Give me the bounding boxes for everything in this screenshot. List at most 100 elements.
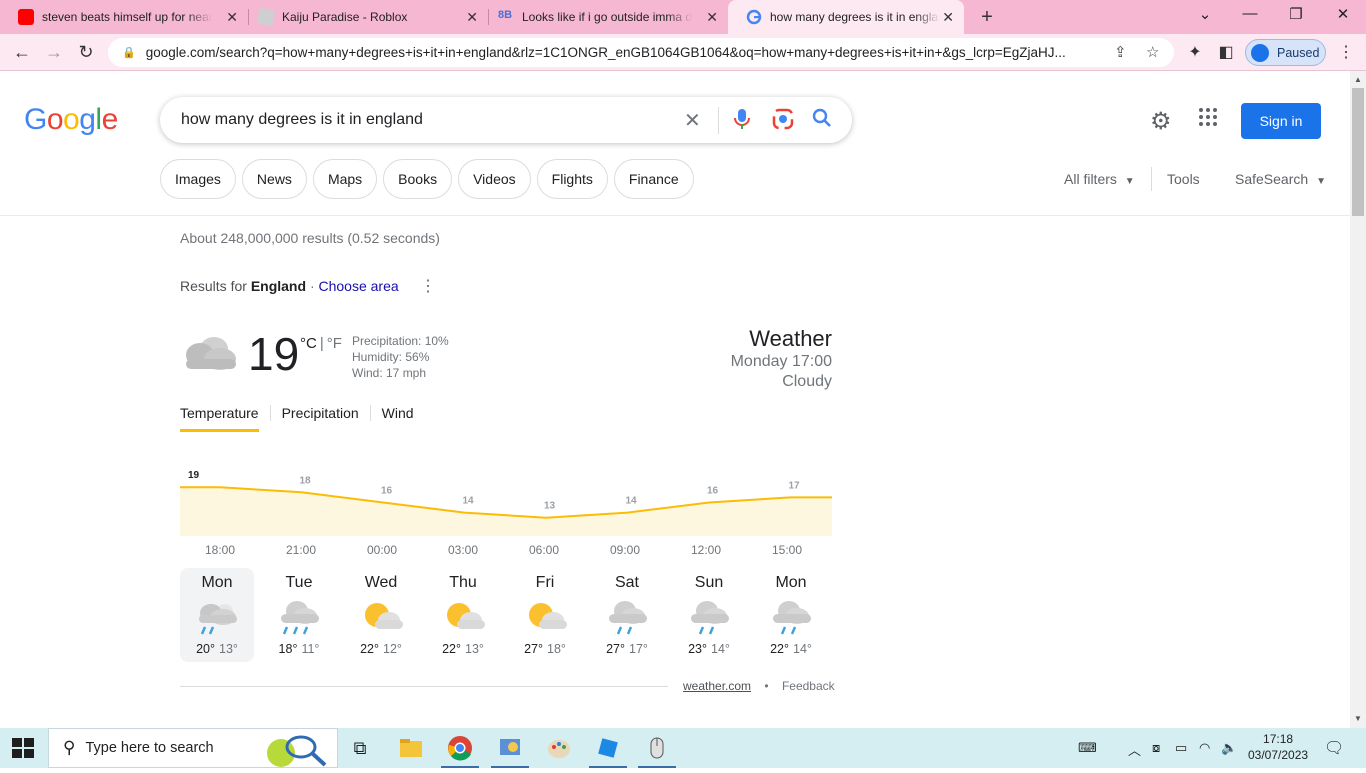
tab-temperature[interactable]: Temperature: [180, 405, 259, 432]
close-tab-icon[interactable]: ✕: [942, 9, 954, 26]
address-bar[interactable]: 🔒 google.com/search?q=how+many+degrees+i…: [108, 38, 1174, 67]
google-logo[interactable]: Google: [24, 103, 118, 137]
forecast-day[interactable]: Sat 27° 17°: [590, 568, 664, 662]
forecast-day[interactable]: Mon 22° 14°: [754, 568, 828, 662]
search-box[interactable]: how many degrees is it in england ✕: [160, 97, 852, 143]
task-view-icon[interactable]: ⧉: [347, 735, 373, 761]
chip-maps[interactable]: Maps: [312, 159, 378, 199]
taskbar-search[interactable]: ⚲ Type here to search: [48, 728, 338, 768]
control-panel-icon[interactable]: [491, 735, 529, 768]
search-icon[interactable]: [812, 108, 832, 134]
apps-grid-icon[interactable]: [1198, 107, 1218, 133]
browser-tab-3[interactable]: 8B Looks like if i go outside imma di ✕: [480, 0, 728, 34]
paint-icon[interactable]: [546, 735, 572, 761]
close-tab-icon[interactable]: ✕: [466, 9, 478, 26]
share-icon[interactable]: ⇪: [1114, 43, 1127, 61]
google-icon: [746, 9, 762, 25]
all-filters-dropdown[interactable]: All filters ▼: [1064, 171, 1135, 187]
feedback-link[interactable]: Feedback: [782, 679, 835, 693]
chip-news[interactable]: News: [241, 159, 307, 199]
tab-precipitation[interactable]: Precipitation: [282, 405, 359, 432]
system-clock[interactable]: 17:18 03/07/2023: [1248, 731, 1308, 763]
day-high: 23°: [688, 642, 707, 656]
notifications-icon[interactable]: 🗨: [1324, 738, 1344, 758]
choose-area-link[interactable]: Choose area: [319, 278, 399, 294]
side-panel-icon[interactable]: ◧: [1216, 42, 1236, 62]
windows-start-icon[interactable]: [12, 738, 34, 758]
settings-gear-icon[interactable]: ⚙: [1150, 107, 1172, 136]
results-location: England: [250, 278, 307, 294]
chip-videos[interactable]: Videos: [458, 159, 531, 199]
search-results-page: Google how many degrees is it in england…: [0, 71, 1350, 728]
restore-button[interactable]: ❐: [1286, 5, 1306, 23]
more-options-icon[interactable]: ⋮: [420, 276, 436, 296]
minimize-button[interactable]: —: [1240, 5, 1260, 22]
forward-button[interactable]: →: [42, 40, 66, 64]
microphone-icon[interactable]: [734, 108, 750, 136]
volume-icon[interactable]: 🔈: [1221, 740, 1237, 756]
tab-divider: [269, 405, 271, 421]
celsius-toggle[interactable]: °C: [300, 335, 317, 352]
unit-separator: |: [319, 335, 324, 352]
result-stats: About 248,000,000 results (0.52 seconds): [180, 230, 440, 246]
all-filters-label: All filters: [1064, 171, 1117, 187]
day-temps: 22° 14°: [754, 642, 828, 656]
meet-now-icon[interactable]: ⧇: [1152, 740, 1160, 756]
extensions-icon[interactable]: ✦: [1185, 42, 1205, 62]
forecast-day[interactable]: Thu 22° 13°: [426, 568, 500, 662]
tab-search-icon[interactable]: ⌄: [1195, 5, 1215, 23]
chip-finance[interactable]: Finance: [613, 159, 694, 199]
reload-button[interactable]: ↻: [74, 40, 98, 64]
tab-wind[interactable]: Wind: [382, 405, 414, 432]
footer-bullet: •: [764, 679, 769, 693]
browser-tab-1[interactable]: steven beats himself up for nearl ✕: [0, 0, 248, 34]
page-scrollbar[interactable]: ▲ ▼: [1350, 71, 1366, 728]
day-name: Mon: [201, 574, 233, 591]
forecast-day[interactable]: Wed 22° 12°: [344, 568, 418, 662]
chip-images[interactable]: Images: [160, 159, 236, 199]
chip-books[interactable]: Books: [383, 159, 453, 199]
sign-in-button[interactable]: Sign in: [1241, 103, 1321, 139]
close-tab-icon[interactable]: ✕: [226, 9, 238, 26]
keyboard-icon[interactable]: ⌨: [1078, 740, 1097, 756]
battery-icon[interactable]: ▭: [1175, 740, 1187, 756]
chrome-icon[interactable]: [441, 735, 479, 768]
wifi-icon[interactable]: ◠: [1199, 740, 1210, 756]
close-window-button[interactable]: ✕: [1333, 5, 1353, 23]
chip-flights[interactable]: Flights: [536, 159, 608, 199]
back-button[interactable]: ←: [10, 40, 34, 64]
browser-tab-4[interactable]: how many degrees is it in englan ✕: [728, 0, 964, 34]
day-name: Sat: [614, 574, 639, 591]
scroll-up-arrow-icon[interactable]: ▲: [1354, 75, 1362, 84]
forecast-day[interactable]: Fri 27° 18°: [508, 568, 582, 662]
lock-icon[interactable]: 🔒: [122, 46, 136, 59]
mouse-app-icon[interactable]: [638, 735, 676, 768]
file-explorer-icon[interactable]: [398, 735, 424, 761]
forecast-day[interactable]: Mon 20° 13°: [180, 568, 254, 662]
fahrenheit-toggle[interactable]: °F: [327, 335, 342, 352]
forecast-day[interactable]: Tue 18° 11°: [262, 568, 336, 662]
safesearch-label: SafeSearch: [1235, 171, 1309, 187]
tab-divider: [369, 405, 371, 421]
scrollbar-thumb[interactable]: [1352, 88, 1364, 216]
tools-button[interactable]: Tools: [1167, 171, 1200, 187]
source-link[interactable]: weather.com: [683, 679, 751, 693]
lens-icon[interactable]: [772, 108, 794, 136]
forecast-day[interactable]: Sun 23° 14°: [672, 568, 746, 662]
roblox-studio-icon[interactable]: [589, 735, 627, 768]
chevron-up-icon[interactable]: ︿: [1128, 740, 1141, 759]
menu-icon[interactable]: ⋮: [1336, 42, 1356, 62]
profile-button[interactable]: Paused: [1245, 39, 1326, 66]
temperature-data-label: 14: [463, 496, 475, 507]
clear-icon[interactable]: ✕: [684, 108, 701, 133]
search-input[interactable]: how many degrees is it in england: [181, 111, 423, 129]
tab-title: steven beats himself up for nearl: [42, 10, 212, 24]
new-tab-button[interactable]: +: [976, 6, 998, 29]
close-tab-icon[interactable]: ✕: [706, 9, 718, 26]
scroll-down-arrow-icon[interactable]: ▼: [1354, 714, 1362, 723]
bookmark-star-icon[interactable]: ☆: [1146, 43, 1159, 61]
daily-forecast: Mon 20°13° Tue 18°11° Wed 22°12° Thu: [180, 568, 836, 664]
browser-tab-2[interactable]: Kaiju Paradise - Roblox ✕: [240, 0, 488, 34]
search-icon: ⚲: [63, 738, 76, 757]
safesearch-dropdown[interactable]: SafeSearch ▼: [1235, 171, 1326, 187]
